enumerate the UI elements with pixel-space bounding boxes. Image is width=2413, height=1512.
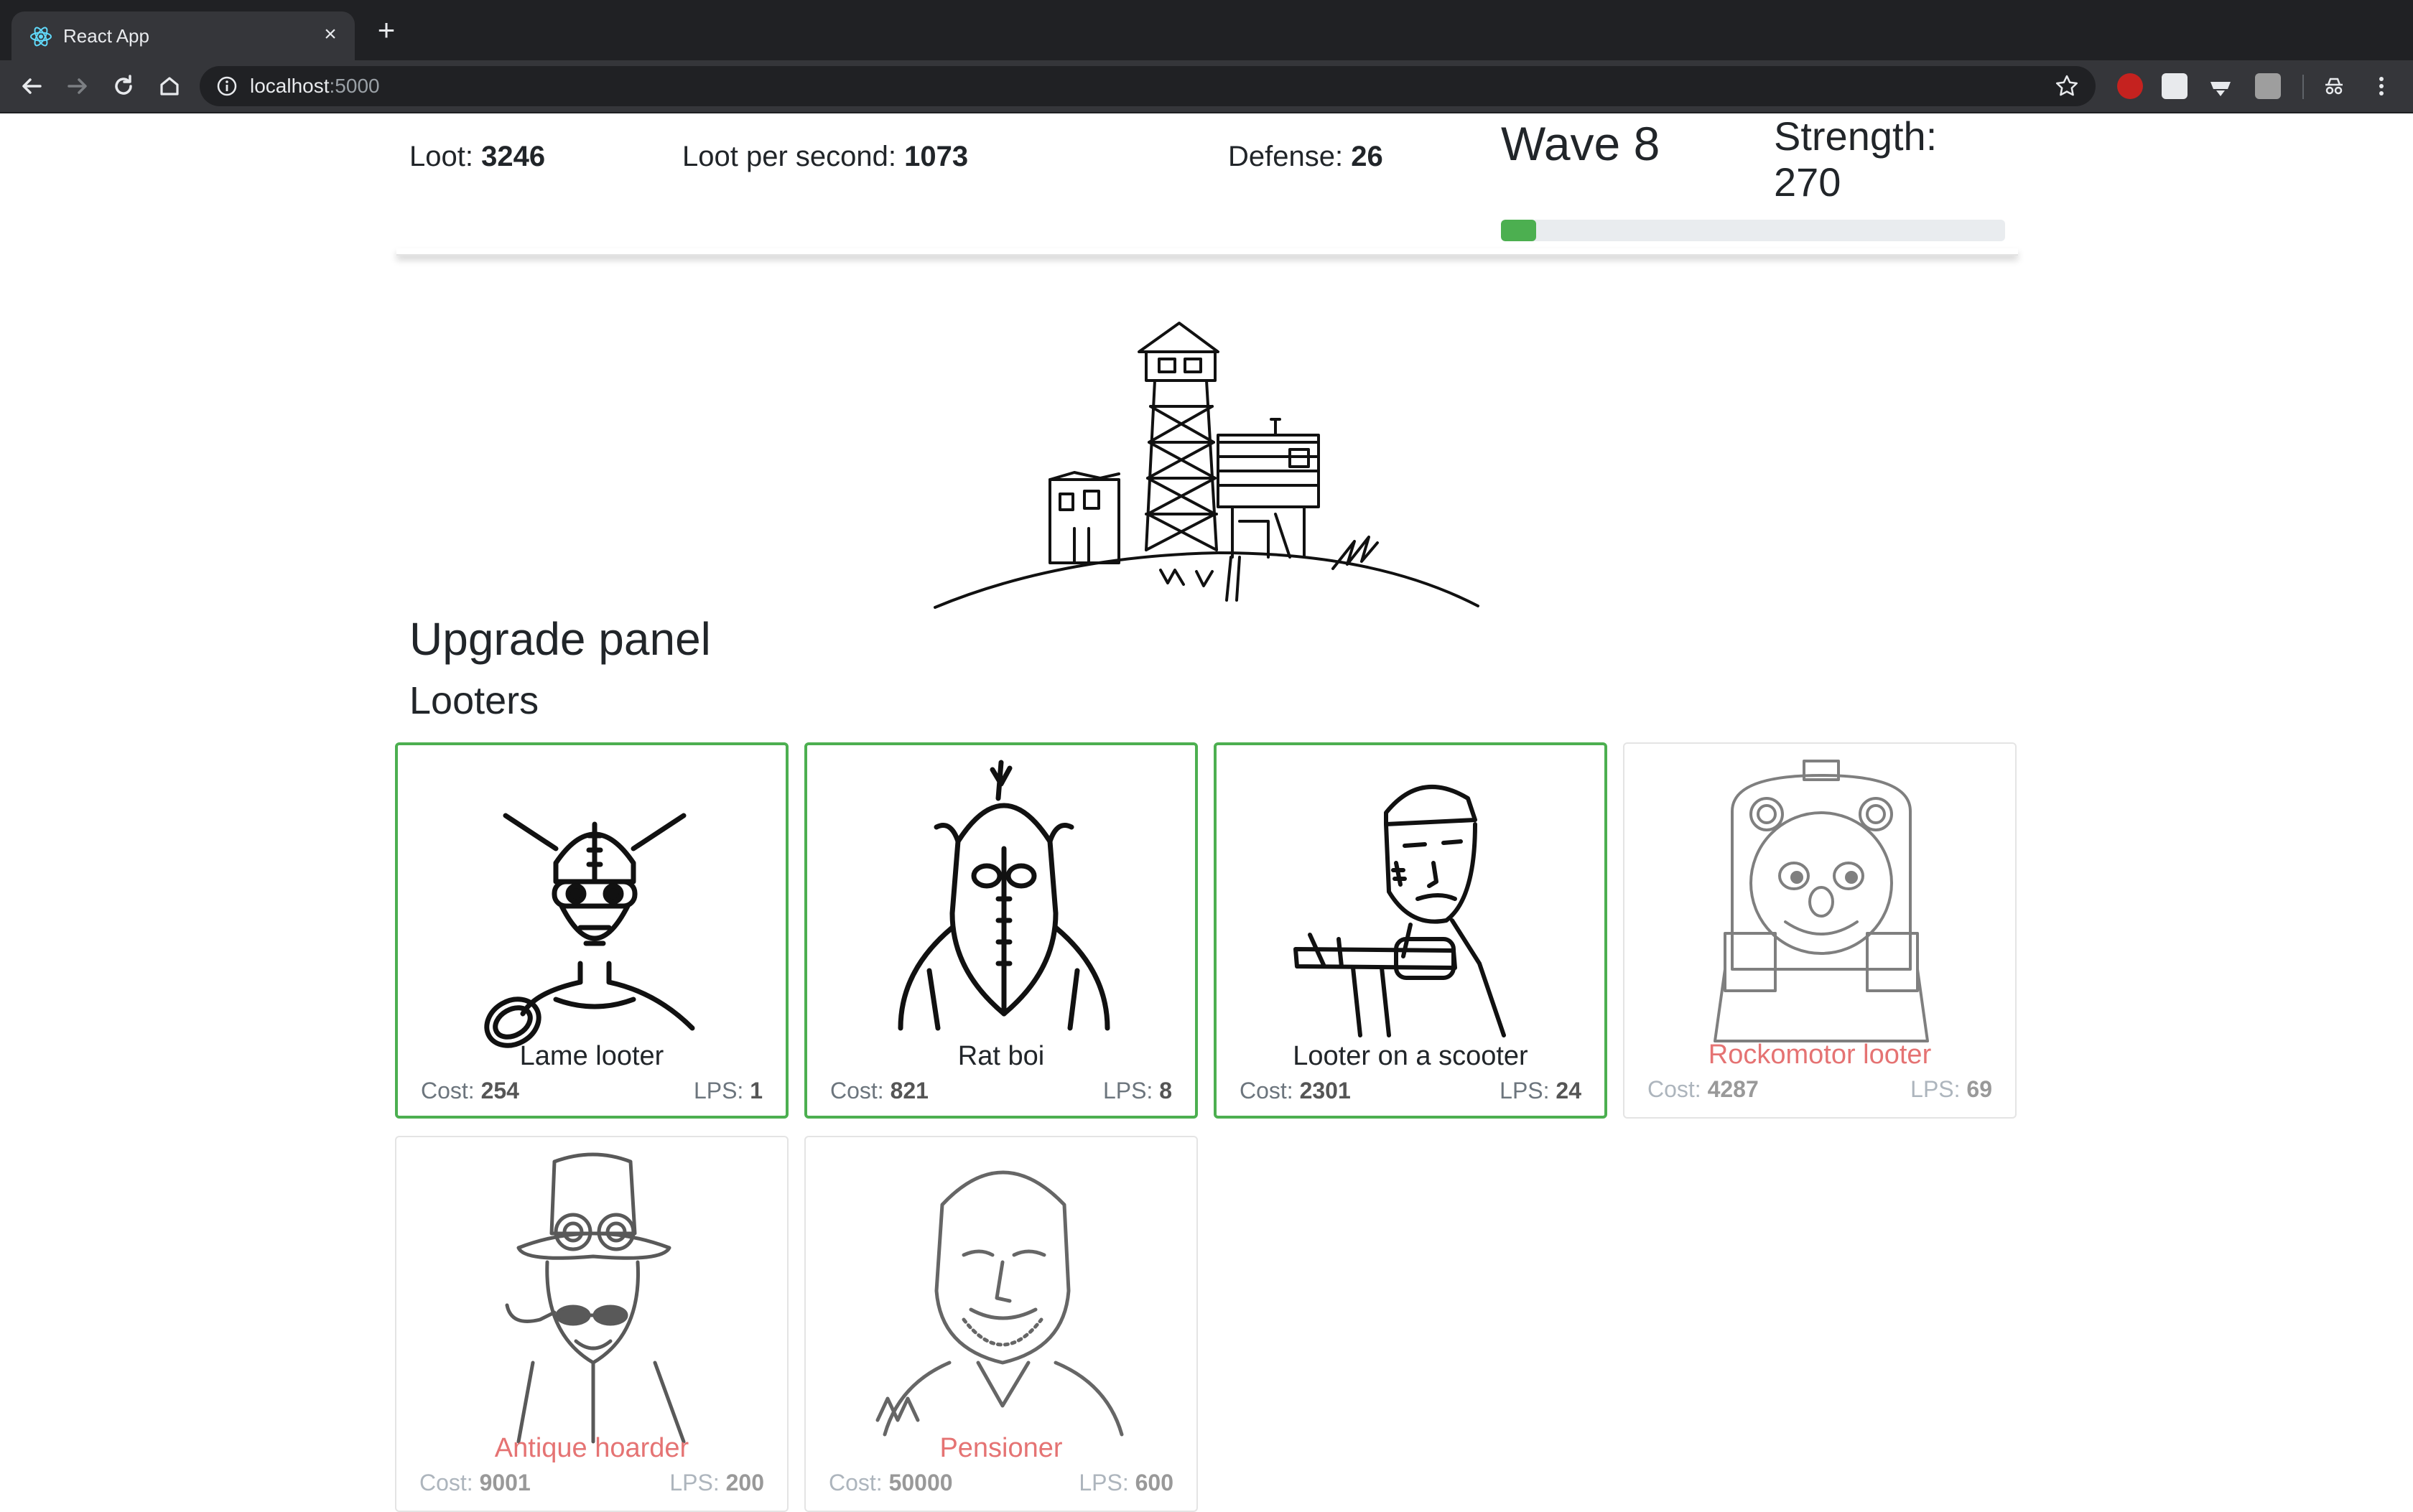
looter-name: Rockomotor looter [1708,1040,1932,1070]
defense-label: Defense: [1228,141,1344,172]
url-text: localhost:5000 [250,73,380,99]
loot-per-second-stat: Loot per second: 1073 [682,136,968,177]
loot-stat: Loot: 3246 [409,136,545,177]
old-man-icon [875,1170,1124,1437]
home-icon[interactable] [154,70,185,102]
lps-label: Loot per second: [682,141,896,172]
toolbar-separator [2302,75,2304,99]
forward-arrow-icon[interactable] [62,70,93,102]
wave-strength: Strength: 270 [1774,113,1989,205]
url-host: localhost [250,75,330,97]
looter-cost: Cost: 4287 [1647,1073,1759,1106]
lps-value: 600 [1135,1470,1173,1495]
lps-label: LPS: [693,1078,744,1103]
reload-icon[interactable] [108,70,139,102]
loot-label: Loot: [409,141,473,172]
react-logo-icon [30,27,52,47]
lps-value: 69 [1966,1076,1992,1102]
looter-card-antique-hoarder[interactable]: Antique hoarder Cost: 9001 LPS: 200 [395,1136,789,1512]
incognito-icon[interactable] [2321,73,2347,99]
lps-label: LPS: [1500,1078,1550,1103]
new-tab-icon[interactable]: + [372,15,401,46]
looter-card-looter-on-a-scooter[interactable]: Looter on a scooter Cost: 2301 LPS: 24 [1214,742,1607,1119]
browser-tab-strip: React App × + [0,0,2413,60]
fortress-tower-illustration [934,322,1479,609]
defense-stat: Defense: 26 [1228,136,1383,177]
browser-toolbar: localhost:5000 [0,60,2413,113]
top-hat-steampunk-icon [505,1152,686,1444]
wave-progress-fill [1501,220,1537,241]
cost-value: 821 [890,1078,929,1103]
masked-rat-icon [898,760,1110,1031]
looter-name: Rat boi [957,1041,1045,1071]
looter-cost: Cost: 821 [830,1074,929,1107]
lps-value: 1073 [904,141,969,172]
looter-name: Lame looter [519,1041,664,1071]
looter-lps: LPS: 24 [1500,1074,1581,1107]
looter-lps: LPS: 69 [1910,1073,1992,1106]
wave-progress-bar [1501,220,2005,241]
cost-label: Cost: [419,1470,473,1495]
lps-label: LPS: [1910,1076,1961,1102]
cost-value: 2301 [1299,1078,1351,1103]
close-tab-icon[interactable]: × [317,22,343,47]
looter-lps: LPS: 1 [694,1074,763,1107]
cost-value: 50000 [888,1470,953,1495]
headband-scooter-man-icon [1293,785,1506,1037]
pdf-extension-icon[interactable] [2162,73,2187,99]
train-face-icon [1714,760,1929,1042]
lps-value: 1 [750,1078,763,1103]
ublock-extension-icon[interactable] [2117,73,2143,99]
bookmark-star-icon[interactable] [2054,73,2080,99]
looter-card-pensioner[interactable]: Pensioner Cost: 50000 LPS: 600 [804,1136,1198,1512]
tab-title: React App [63,25,149,47]
address-bar[interactable]: localhost:5000 [200,66,2096,106]
lps-label: LPS: [1102,1078,1153,1103]
url-port: :5000 [329,75,380,97]
browser-tab[interactable]: React App × [11,11,355,60]
mask-extension-icon[interactable] [2208,73,2233,99]
lps-label: LPS: [1079,1470,1129,1495]
lps-value: 8 [1159,1078,1172,1103]
menu-kebab-icon[interactable] [2368,73,2394,99]
strength-label: Strength: [1774,113,1938,159]
cost-label: Cost: [1240,1078,1293,1103]
site-info-icon[interactable] [215,75,238,98]
lps-value: 24 [1556,1078,1581,1103]
strength-value: 270 [1774,159,1841,205]
looter-name: Pensioner [939,1433,1063,1463]
looter-cost: Cost: 2301 [1240,1074,1351,1107]
cost-value: 9001 [479,1470,531,1495]
back-arrow-icon[interactable] [16,70,47,102]
goggled-helmet-looter-icon [484,813,695,1048]
cost-value: 254 [480,1078,519,1103]
looter-card-grid: Lame looter Cost: 254 LPS: 1 Rat boi Cos… [395,742,2021,1512]
upgrade-panel-title: Upgrade panel [409,613,711,665]
loot-value: 3246 [481,141,546,172]
looter-lps: LPS: 600 [1079,1466,1173,1499]
looter-cost: Cost: 254 [421,1074,519,1107]
looter-cost: Cost: 50000 [829,1466,953,1499]
looter-card-rockomotor-looter[interactable]: Rockomotor looter Cost: 4287 LPS: 69 [1623,742,2017,1119]
looter-card-lame-looter[interactable]: Lame looter Cost: 254 LPS: 1 [395,742,789,1119]
looter-name: Looter on a scooter [1293,1041,1528,1071]
lps-value: 200 [725,1470,764,1495]
cost-label: Cost: [1647,1076,1701,1102]
defense-value: 26 [1351,141,1383,172]
looters-section-title: Looters [409,679,539,722]
grey-extension-icon[interactable] [2255,73,2281,99]
lps-label: LPS: [669,1470,720,1495]
looter-lps: LPS: 200 [669,1466,764,1499]
cost-label: Cost: [830,1078,884,1103]
cost-label: Cost: [421,1078,475,1103]
stats-bar: Loot: 3246 Loot per second: 1073 Defense… [396,112,2018,253]
looter-cost: Cost: 9001 [419,1466,531,1499]
cost-label: Cost: [829,1470,883,1495]
looter-name: Antique hoarder [494,1433,689,1463]
looter-card-rat-boi[interactable]: Rat boi Cost: 821 LPS: 8 [804,742,1198,1119]
looter-lps: LPS: 8 [1103,1074,1172,1107]
cost-value: 4287 [1707,1076,1759,1102]
wave-title: Wave 8 [1501,117,1660,170]
